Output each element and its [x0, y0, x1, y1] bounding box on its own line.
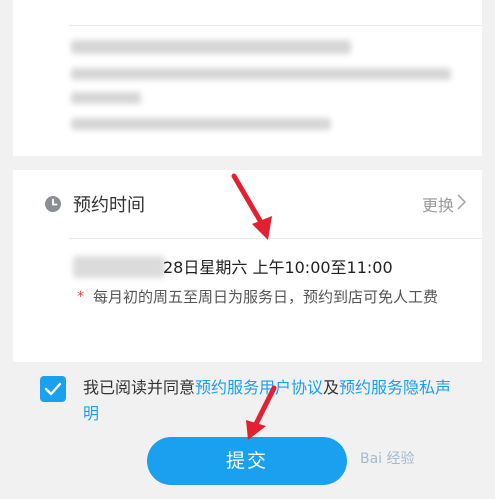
service-info-card — [13, 0, 482, 156]
agreement-conjunction: 及 — [323, 378, 340, 397]
clock-icon — [45, 196, 61, 212]
agreement-checkbox[interactable] — [40, 376, 66, 402]
chevron-right-icon[interactable] — [456, 192, 468, 212]
annotation-arrow-icon — [246, 385, 277, 440]
blurred-title — [71, 40, 351, 54]
service-note: 每月初的周五至周日为服务日，预约到店可免人工费 — [93, 288, 439, 306]
blurred-line — [71, 92, 141, 104]
blurred-line — [71, 118, 331, 130]
agreement-prefix: 我已阅读并同意 — [83, 378, 196, 397]
blurred-date-prefix — [73, 256, 165, 278]
appointment-date: 28日星期六 上午10:00至11:00 — [163, 258, 393, 277]
blurred-line — [71, 68, 451, 80]
note-marker: * — [77, 289, 84, 305]
watermark: Bai 经验 — [360, 451, 415, 467]
change-link[interactable]: 更换 — [422, 192, 454, 216]
checkmark-icon — [44, 382, 62, 396]
annotation-arrow-icon — [231, 173, 272, 240]
submit-button[interactable]: 提交 — [147, 437, 347, 485]
section-title: 预约时间 — [73, 195, 145, 216]
divider — [69, 25, 482, 26]
